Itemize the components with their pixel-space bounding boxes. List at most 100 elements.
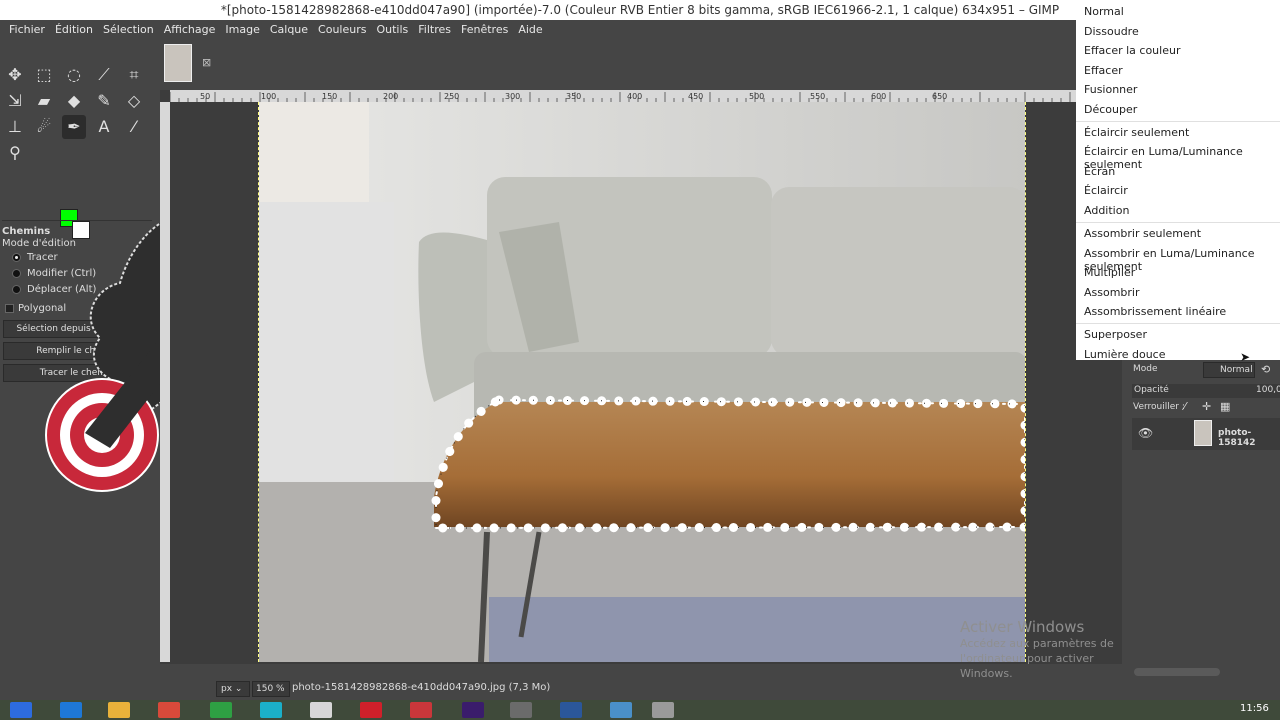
sofa-cushion-right — [771, 187, 1025, 357]
paths-tool-icon[interactable]: ✒ — [62, 115, 86, 139]
menu-item-assombrir-seulement[interactable]: Assombrir seulement — [1084, 227, 1201, 240]
menu-edition[interactable]: Édition — [50, 20, 98, 39]
app-icon[interactable] — [260, 702, 282, 718]
bucket-fill-icon[interactable]: ◆ — [62, 89, 86, 113]
windows-watermark: Activer Windows Accédez aux paramètres d… — [960, 618, 1130, 681]
menu-item-effacer-couleur[interactable]: Effacer la couleur — [1084, 44, 1180, 57]
menu-calque[interactable]: Calque — [265, 20, 313, 39]
menu-item-eclaircir[interactable]: Éclaircir — [1084, 184, 1128, 197]
app-icon[interactable] — [610, 702, 632, 718]
tool-options-panel: Chemins Mode d'édition Tracer Modifier (… — [0, 208, 264, 678]
menu-affichage[interactable]: Affichage — [159, 20, 221, 39]
clone-icon[interactable]: ⊥ — [3, 115, 27, 139]
gimp-icon[interactable] — [510, 702, 532, 718]
ruler-label: 300 — [505, 92, 520, 101]
unit-value: px — [221, 684, 233, 694]
eraser-icon[interactable]: ◇ — [122, 89, 146, 113]
lasso-icon[interactable]: ◌ — [62, 63, 86, 87]
radio-tracer[interactable] — [12, 253, 21, 262]
ruler-label: 250 — [444, 92, 459, 101]
fuzzy-select-icon[interactable]: ⟋ — [92, 63, 116, 87]
image-thumbnail[interactable] — [164, 44, 192, 82]
windows-taskbar: 11:56 — [0, 700, 1280, 720]
unit-select[interactable]: px ⌄ — [216, 681, 250, 697]
file-explorer-icon[interactable] — [108, 702, 130, 718]
clock: 11:56 — [1240, 703, 1269, 714]
side-cabinet — [259, 202, 394, 482]
ruler-label: 550 — [810, 92, 825, 101]
edge-icon[interactable] — [60, 702, 82, 718]
eye-icon[interactable]: 👁 — [1138, 426, 1153, 440]
watermark-title: Activer Windows — [960, 618, 1085, 636]
app-icon[interactable] — [310, 702, 332, 718]
layer-name: photo-158142 — [1218, 428, 1256, 448]
menu-filtres[interactable]: Filtres — [413, 20, 456, 39]
menu-item-effacer[interactable]: Effacer — [1084, 64, 1123, 77]
text-tool-icon[interactable]: A — [92, 115, 116, 139]
image-tabs: ⊠ — [160, 40, 1076, 90]
store-icon[interactable] — [210, 702, 232, 718]
watermark-subtitle: Accédez aux paramètres de l'ordinateur p… — [960, 637, 1114, 680]
menu-item-decouper[interactable]: Découper — [1084, 103, 1137, 116]
radio-deplacer[interactable] — [12, 285, 21, 294]
menu-item-dissoudre[interactable]: Dissoudre — [1084, 25, 1139, 38]
file-info: photo-1581428982868-e410dd047a90.jpg (7,… — [292, 682, 551, 693]
rect-select-icon[interactable]: ⬚ — [32, 63, 56, 87]
color-picker-icon[interactable]: ⁄ — [122, 115, 146, 139]
app-icon[interactable] — [410, 702, 432, 718]
mode-value: Normal — [1220, 365, 1253, 375]
menu-item-eclaircir-seulement[interactable]: Éclaircir seulement — [1084, 126, 1189, 139]
menu-item-normal[interactable]: Normal — [1084, 5, 1124, 18]
paintbrush-icon[interactable]: ✎ — [92, 89, 116, 113]
menu-selection[interactable]: Sélection — [98, 20, 159, 39]
lock-alpha-icon[interactable]: ▦ — [1220, 400, 1230, 413]
lock-position-icon[interactable]: ✛ — [1202, 400, 1211, 413]
word-icon[interactable] — [560, 702, 582, 718]
menu-separator — [1076, 323, 1280, 324]
menu-item-lumiere-douce[interactable]: Lumière douce — [1084, 348, 1166, 361]
windows-start-icon[interactable] — [10, 702, 32, 718]
layers-scrollbar[interactable] — [1134, 668, 1220, 676]
menu-item-superposer[interactable]: Superposer — [1084, 328, 1147, 341]
menu-item-assombrir[interactable]: Assombrir — [1084, 286, 1140, 299]
menu-aide[interactable]: Aide — [513, 20, 547, 39]
transform-icon[interactable]: ⇲ — [3, 89, 27, 113]
mode-select[interactable]: Normal — [1203, 362, 1255, 378]
menu-item-addition[interactable]: Addition — [1084, 204, 1129, 217]
reset-mode-icon[interactable]: ⟲ — [1261, 363, 1270, 376]
warp-icon[interactable]: ▰ — [32, 89, 56, 113]
menu-item-ecran[interactable]: Écran — [1084, 165, 1115, 178]
menu-item-assombrissement-lineaire[interactable]: Assombrissement linéaire — [1084, 305, 1226, 318]
smudge-icon[interactable]: ☄ — [32, 115, 56, 139]
ruler-label: 650 — [932, 92, 947, 101]
ruler-label: 400 — [627, 92, 642, 101]
ruler-label: 450 — [688, 92, 703, 101]
ruler-ticks: 50 100 150 200 250 300 350 400 450 500 550 600 650 — [170, 92, 1071, 102]
premiere-icon[interactable] — [462, 702, 484, 718]
menu-image[interactable]: Image — [220, 20, 264, 39]
ruler-label: 100 — [261, 92, 276, 101]
crop-icon[interactable]: ⌗ — [122, 63, 146, 87]
ruler-label: 50 — [200, 92, 210, 101]
menu-item-multiplier[interactable]: Multiplier — [1084, 266, 1135, 279]
opera-icon[interactable] — [360, 702, 382, 718]
menu-couleurs[interactable]: Couleurs — [313, 20, 371, 39]
lock-pixels-icon[interactable]: ⁄ — [1184, 400, 1186, 413]
opacity-label: Opacité — [1134, 385, 1169, 395]
ruler-label: 150 — [322, 92, 337, 101]
zoom-select[interactable]: 150 % — [252, 681, 290, 697]
opacity-value: 100,0 — [1256, 385, 1280, 395]
move-tool-icon[interactable]: ✥ — [3, 63, 27, 87]
chrome-icon[interactable] — [158, 702, 180, 718]
menu-item-fusionner[interactable]: Fusionner — [1084, 83, 1137, 96]
menu-fenetres[interactable]: Fenêtres — [456, 20, 513, 39]
menu-fichier[interactable]: Fichier — [4, 20, 50, 39]
mode-dropdown-menu: Normal Dissoudre Effacer la couleur Effa… — [1076, 0, 1280, 364]
polygonal-checkbox[interactable] — [5, 304, 14, 313]
radio-modifier[interactable] — [12, 269, 21, 278]
zoom-icon[interactable]: ⚲ — [3, 141, 27, 165]
close-tab-icon[interactable]: ⊠ — [202, 56, 211, 69]
photo-canvas[interactable] — [258, 102, 1026, 662]
app-icon[interactable] — [652, 702, 674, 718]
menu-outils[interactable]: Outils — [371, 20, 413, 39]
